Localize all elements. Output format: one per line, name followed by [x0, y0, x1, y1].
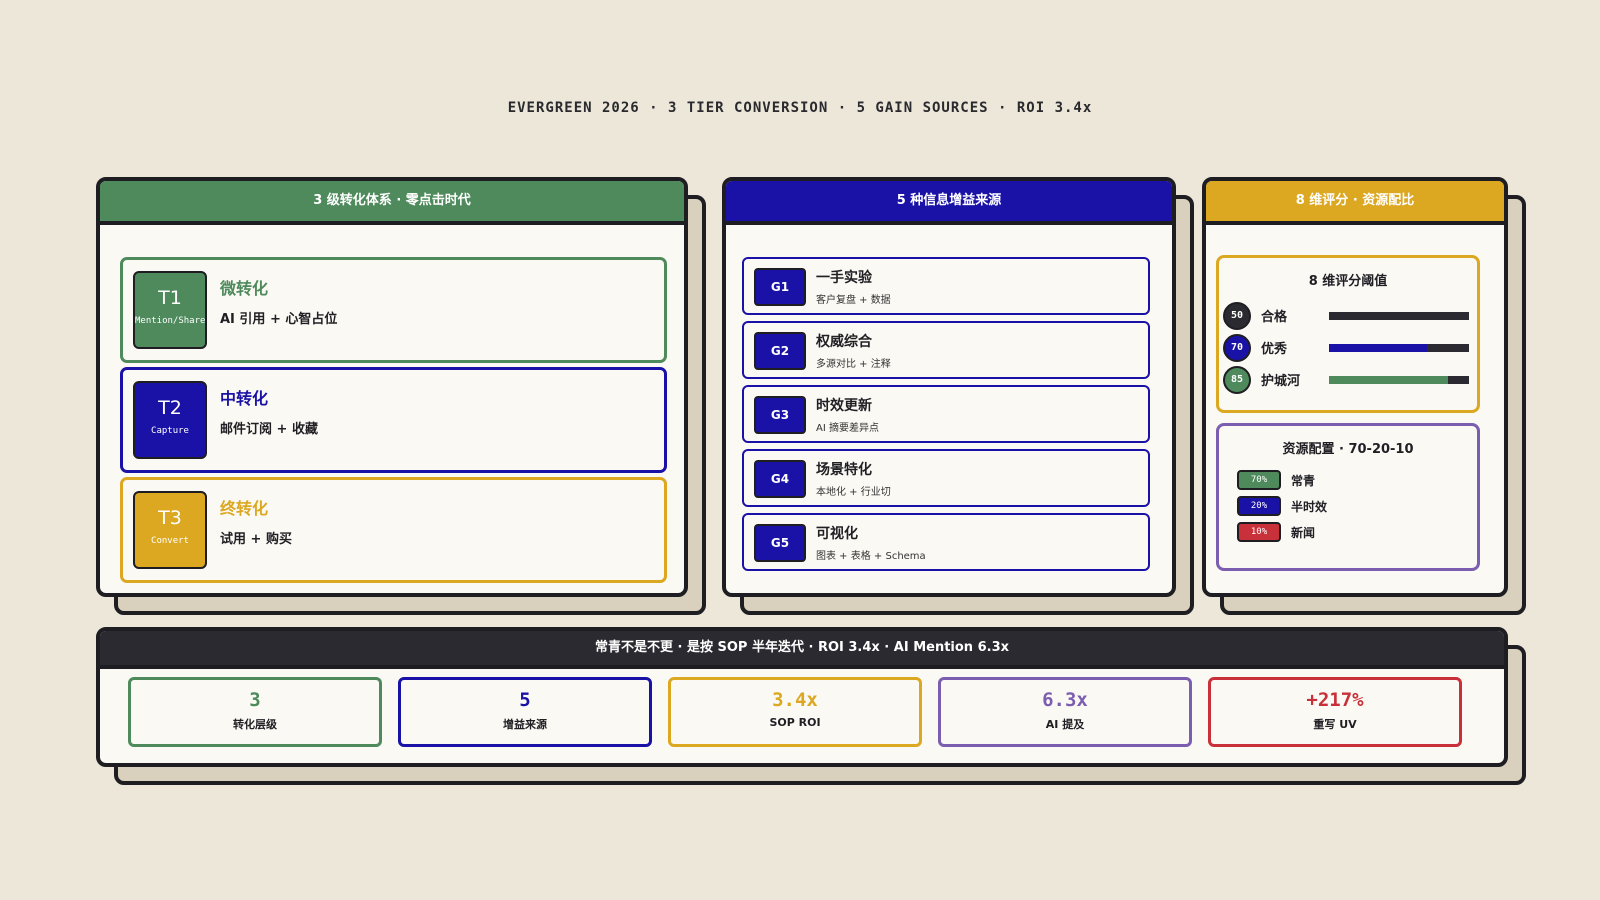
stat-roi: 3.4x SOP ROI [668, 677, 922, 747]
thresholds-title: 8 维评分阈值 [1308, 274, 1388, 289]
score-label: 优秀 [1261, 342, 1288, 357]
tier-card-t3[interactable]: T3 Convert 终转化 试用 + 购买 [120, 477, 667, 583]
tier-subtitle: Mention/Share [135, 316, 206, 326]
tier-code: T3 [158, 507, 182, 529]
allocation-label: 常青 [1291, 474, 1316, 488]
stat-label: 重写 UV [1313, 718, 1357, 731]
tier-description: 试用 + 购买 [220, 532, 292, 547]
gain-badge: G2 [754, 332, 806, 370]
summary-panel: 常青不是不更 · 是按 SOP 半年迭代 · ROI 3.4x · AI Men… [96, 627, 1508, 767]
gain-description: 客户复盘 + 数据 [816, 295, 891, 306]
stat-value: 5 [519, 689, 531, 711]
tier-title: 中转化 [220, 389, 269, 408]
score-bar-fill [1329, 312, 1469, 320]
gain-badge: G1 [754, 268, 806, 306]
stat-ai-mention: 6.3x AI 提及 [938, 677, 1192, 747]
tiers-panel-title: 3 级转化体系 · 零点击时代 [100, 181, 684, 225]
score-badge: 50 [1223, 302, 1251, 330]
tier-subtitle: Convert [151, 536, 189, 546]
stat-value: +217% [1306, 689, 1364, 711]
gains-panel-title: 5 种信息增益来源 [726, 181, 1172, 225]
score-label: 合格 [1261, 310, 1288, 325]
stat-label: SOP ROI [769, 716, 821, 729]
gain-title: 场景特化 [816, 462, 872, 478]
gain-badge: G5 [754, 524, 806, 562]
score-bar [1329, 376, 1469, 384]
allocation-pct: 70% [1237, 470, 1281, 490]
allocation-pct: 10% [1237, 522, 1281, 542]
score-badge: 85 [1223, 366, 1251, 394]
stat-label: 增益来源 [503, 718, 547, 731]
stat-value: 6.3x [1042, 689, 1088, 711]
gain-description: 图表 + 表格 + Schema [816, 551, 926, 562]
tier-badge: T1 Mention/Share [133, 271, 207, 349]
summary-panel-title: 常青不是不更 · 是按 SOP 半年迭代 · ROI 3.4x · AI Men… [100, 631, 1504, 669]
score-bar-fill [1329, 376, 1448, 384]
thresholds-card: 8 维评分阈值 50 合格 70 优秀 85 护城河 [1216, 255, 1480, 413]
score-bar [1329, 312, 1469, 320]
tier-title: 终转化 [220, 499, 269, 518]
gain-title: 权威综合 [816, 334, 872, 350]
allocation-title: 资源配置 · 70-20-10 [1282, 442, 1414, 457]
gain-item-g2[interactable]: G2 权威综合 多源对比 + 注释 [742, 321, 1150, 379]
score-label: 护城河 [1261, 374, 1301, 389]
allocation-pct: 20% [1237, 496, 1281, 516]
tier-badge: T2 Capture [133, 381, 207, 459]
gain-item-g1[interactable]: G1 一手实验 客户复盘 + 数据 [742, 257, 1150, 315]
allocation-label: 半时效 [1291, 500, 1328, 514]
gain-description: 多源对比 + 注释 [816, 359, 891, 370]
score-panel-title: 8 维评分 · 资源配比 [1206, 181, 1504, 225]
tier-code: T1 [158, 287, 182, 309]
score-row: 85 护城河 [1223, 366, 1473, 394]
tier-card-t2[interactable]: T2 Capture 中转化 邮件订阅 + 收藏 [120, 367, 667, 473]
gain-item-g3[interactable]: G3 时效更新 AI 摘要差异点 [742, 385, 1150, 443]
tiers-panel: 3 级转化体系 · 零点击时代 T1 Mention/Share 微转化 AI … [96, 177, 688, 597]
tier-description: 邮件订阅 + 收藏 [220, 422, 318, 437]
stat-label: 转化层级 [233, 718, 277, 731]
gain-item-g5[interactable]: G5 可视化 图表 + 表格 + Schema [742, 513, 1150, 571]
gain-title: 可视化 [816, 526, 858, 542]
tier-subtitle: Capture [151, 426, 189, 436]
gain-description: AI 摘要差异点 [816, 423, 879, 434]
allocation-label: 新闻 [1291, 526, 1316, 540]
tier-badge: T3 Convert [133, 491, 207, 569]
gain-item-g4[interactable]: G4 场景特化 本地化 + 行业切 [742, 449, 1150, 507]
stat-value: 3.4x [772, 689, 818, 711]
tier-description: AI 引用 + 心智占位 [220, 312, 338, 327]
stat-tiers: 3 转化层级 [128, 677, 382, 747]
gain-badge: G4 [754, 460, 806, 498]
gain-badge: G3 [754, 396, 806, 434]
score-row: 70 优秀 [1223, 334, 1473, 362]
score-bar-fill [1329, 344, 1427, 352]
tier-title: 微转化 [220, 279, 269, 298]
score-panel: 8 维评分 · 资源配比 8 维评分阈值 50 合格 70 优秀 85 护城河 … [1202, 177, 1508, 597]
gain-description: 本地化 + 行业切 [816, 487, 891, 498]
gains-panel: 5 种信息增益来源 G1 一手实验 客户复盘 + 数据 G2 权威综合 多源对比… [722, 177, 1176, 597]
tier-card-t1[interactable]: T1 Mention/Share 微转化 AI 引用 + 心智占位 [120, 257, 667, 363]
header-tagline: EVERGREEN 2026 · 3 TIER CONVERSION · 5 G… [507, 100, 1093, 116]
stat-gains: 5 增益来源 [398, 677, 652, 747]
tier-code: T2 [158, 397, 182, 419]
gain-title: 时效更新 [816, 398, 872, 414]
score-badge: 70 [1223, 334, 1251, 362]
score-row: 50 合格 [1223, 302, 1473, 330]
stat-value: 3 [249, 689, 261, 711]
stat-rewrite-uv: +217% 重写 UV [1208, 677, 1462, 747]
allocation-card: 资源配置 · 70-20-10 70% 常青 20% 半时效 10% 新闻 [1216, 423, 1480, 571]
score-bar [1329, 344, 1469, 352]
gain-title: 一手实验 [816, 270, 872, 286]
stat-label: AI 提及 [1045, 718, 1085, 731]
